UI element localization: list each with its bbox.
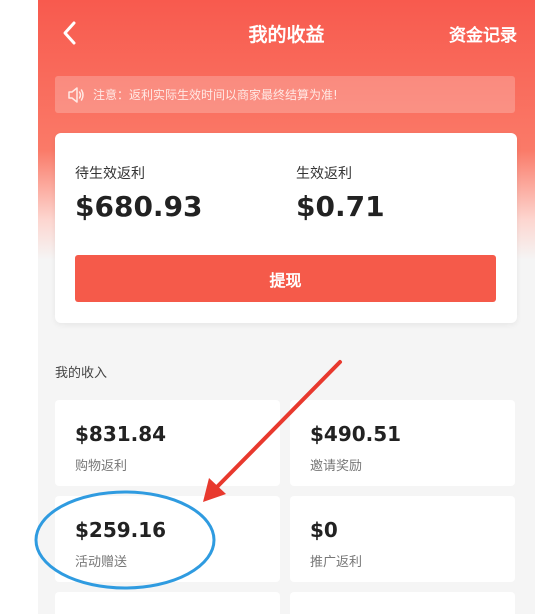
income-label: 购物返利 bbox=[75, 459, 128, 474]
pending-rebate: 待生效返利 $680.93 bbox=[75, 163, 203, 223]
app-screen: 我的收益 资金记录 注意：返利实际生效时间以商家最终结算为准! 待生效返利 $6… bbox=[38, 0, 535, 614]
income-tile-promotion[interactable]: $0 推广返利 bbox=[290, 496, 515, 582]
income-section-title: 我的收入 bbox=[55, 366, 108, 381]
income-tile-partial bbox=[55, 592, 280, 614]
income-tile-shopping[interactable]: $831.84 购物返利 bbox=[55, 400, 280, 486]
nav-bar: 我的收益 资金记录 bbox=[38, 0, 535, 66]
effective-rebate-label: 生效返利 bbox=[296, 166, 352, 182]
income-value: $0 bbox=[310, 518, 338, 542]
right-margin bbox=[535, 0, 559, 614]
income-value: $831.84 bbox=[75, 422, 167, 446]
income-label: 邀请奖励 bbox=[310, 459, 363, 474]
speaker-icon bbox=[68, 86, 84, 103]
earnings-summary-card: 待生效返利 $680.93 生效返利 $0.71 提现 bbox=[55, 133, 517, 323]
pending-rebate-value: $680.93 bbox=[75, 190, 203, 223]
income-value: $259.16 bbox=[75, 518, 167, 542]
income-value: $490.51 bbox=[310, 422, 402, 446]
notice-text: 注意：返利实际生效时间以商家最终结算为准! bbox=[93, 88, 338, 102]
left-margin bbox=[0, 0, 38, 614]
fund-records-link[interactable]: 资金记录 bbox=[449, 21, 517, 46]
withdraw-button[interactable]: 提现 bbox=[75, 255, 496, 302]
income-tile-partial bbox=[290, 592, 515, 614]
income-label: 推广返利 bbox=[310, 555, 363, 570]
effective-rebate: 生效返利 $0.71 bbox=[296, 163, 385, 223]
income-tile-invite[interactable]: $490.51 邀请奖励 bbox=[290, 400, 515, 486]
notice-bar: 注意：返利实际生效时间以商家最终结算为准! bbox=[55, 76, 515, 113]
effective-rebate-value: $0.71 bbox=[296, 190, 385, 223]
income-tile-activity[interactable]: $259.16 活动赠送 bbox=[55, 496, 280, 582]
income-label: 活动赠送 bbox=[75, 555, 128, 570]
pending-rebate-label: 待生效返利 bbox=[75, 166, 145, 182]
